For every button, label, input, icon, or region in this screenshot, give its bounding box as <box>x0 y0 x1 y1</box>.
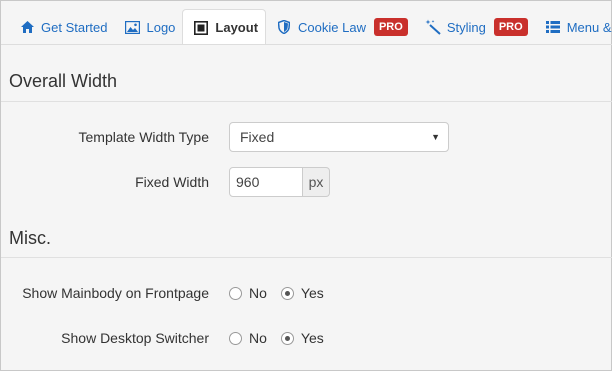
tab-label: Styling <box>446 19 486 35</box>
layout-icon <box>193 20 209 36</box>
settings-panel: Get Started Logo Layout Cookie Law PRO S… <box>0 0 612 371</box>
unit-addon: px <box>303 167 330 197</box>
fixed-width-input-group: 960 px <box>229 167 330 197</box>
tab-label: Layout <box>215 20 259 35</box>
section-title-misc: Misc. <box>9 228 51 248</box>
shield-icon <box>276 19 292 35</box>
tab-get-started[interactable]: Get Started <box>9 9 114 44</box>
show-desktop-switcher-yes-radio[interactable] <box>280 331 294 345</box>
pro-badge: PRO <box>373 18 408 36</box>
show-mainbody-yes-radio[interactable] <box>280 286 294 300</box>
show-desktop-switcher-no-radio[interactable] <box>229 331 242 345</box>
radio-label-no: No <box>249 285 267 301</box>
show-mainbody-no-radio[interactable] <box>229 286 242 300</box>
section-title-overall-width: Overall Width <box>9 71 118 91</box>
pro-badge: PRO <box>493 18 528 36</box>
fixed-width-label: Fixed Width <box>135 174 209 190</box>
template-width-type-select[interactable]: Fixed ▼ <box>229 122 449 152</box>
home-icon <box>19 19 35 35</box>
template-width-type-label: Template Width Type <box>78 129 209 145</box>
tab-styling[interactable]: Styling PRO <box>415 9 535 44</box>
fixed-width-input[interactable]: 960 <box>229 167 303 197</box>
tab-bar: Get Started Logo Layout Cookie Law PRO S… <box>1 9 612 45</box>
show-mainbody-radio-group: No Yes <box>229 285 338 301</box>
show-desktop-switcher-radio-group: No Yes <box>229 330 338 346</box>
tab-label: Get Started <box>41 19 108 35</box>
radio-label-no: No <box>249 330 267 346</box>
tab-logo[interactable]: Logo <box>114 9 182 44</box>
tab-label: Logo <box>146 19 176 35</box>
list-icon <box>545 19 561 35</box>
radio-label-yes: Yes <box>300 285 324 301</box>
magic-wand-icon <box>425 19 441 35</box>
divider <box>1 257 612 258</box>
tab-cookie-law[interactable]: Cookie Law PRO <box>266 9 415 44</box>
divider <box>1 101 612 102</box>
show-desktop-switcher-label: Show Desktop Switcher <box>61 330 209 346</box>
tab-label: Cookie Law <box>298 19 366 35</box>
tab-layout[interactable]: Layout <box>182 9 267 44</box>
show-mainbody-label: Show Mainbody on Frontpage <box>22 285 209 301</box>
image-icon <box>124 19 140 35</box>
radio-label-yes: Yes <box>300 330 324 346</box>
tab-menu-site[interactable]: Menu & Site <box>535 9 612 44</box>
tab-label: Menu & Site <box>566 19 612 35</box>
chevron-down-icon: ▼ <box>431 132 440 142</box>
select-value: Fixed <box>240 129 275 145</box>
